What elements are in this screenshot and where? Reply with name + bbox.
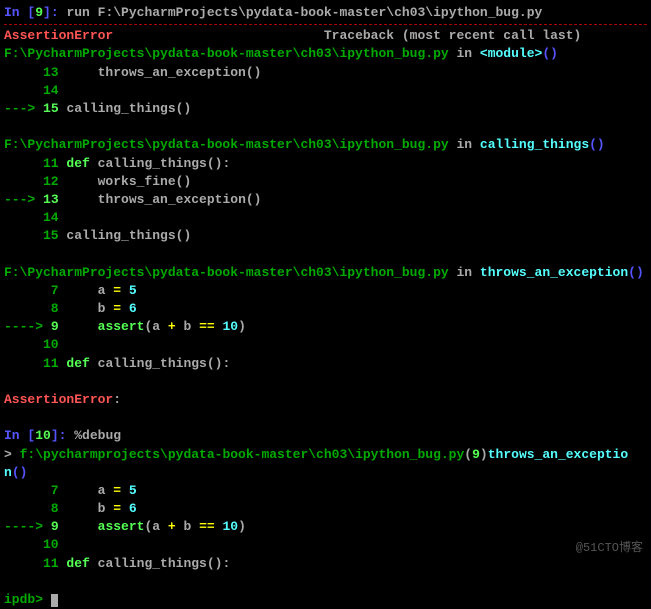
code-line: 13 throws_an_exception() [4,64,647,82]
code-line: 14 [4,209,647,227]
code-line: 8 b = 6 [4,300,647,318]
code-line: ---> 15 calling_things() [4,100,647,118]
frame-header-1: F:\PycharmProjects\pydata-book-master\ch… [4,45,647,63]
code-line: 11 def calling_things(): [4,555,647,573]
frame-header-2: F:\PycharmProjects\pydata-book-master\ch… [4,136,647,154]
prompt: In [9]: [4,5,66,20]
debug-header: > f:\pycharmprojects\pydata-book-master\… [4,446,647,464]
command: run F:\PycharmProjects\pydata-book-maste… [66,5,542,20]
separator [4,24,647,25]
ipdb-prompt[interactable]: ipdb> [4,591,647,609]
cursor-icon [51,594,58,607]
command: %debug [74,428,121,443]
code-line: 7 a = 5 [4,482,647,500]
code-line: 11 def calling_things(): [4,355,647,373]
code-line: 15 calling_things() [4,227,647,245]
code-line: 10 [4,536,647,554]
code-line: 10 [4,336,647,354]
debug-header-cont: n() [4,464,647,482]
code-line: 8 b = 6 [4,500,647,518]
watermark: @51CTO博客 [576,540,643,557]
code-line: 7 a = 5 [4,282,647,300]
code-line: 11 def calling_things(): [4,155,647,173]
code-line: ----> 9 assert(a + b == 10) [4,318,647,336]
code-line: ---> 13 throws_an_exception() [4,191,647,209]
frame-header-3: F:\PycharmProjects\pydata-book-master\ch… [4,264,647,282]
code-line: ----> 9 assert(a + b == 10) [4,518,647,536]
code-line: 12 works_fine() [4,173,647,191]
traceback-header: AssertionError Traceback (most recent ca… [4,27,647,45]
final-error: AssertionError: [4,391,647,409]
input-line-2[interactable]: In [10]: %debug [4,427,647,445]
code-line: 14 [4,82,647,100]
prompt: In [10]: [4,428,74,443]
input-line-1[interactable]: In [9]: run F:\PycharmProjects\pydata-bo… [4,4,647,22]
